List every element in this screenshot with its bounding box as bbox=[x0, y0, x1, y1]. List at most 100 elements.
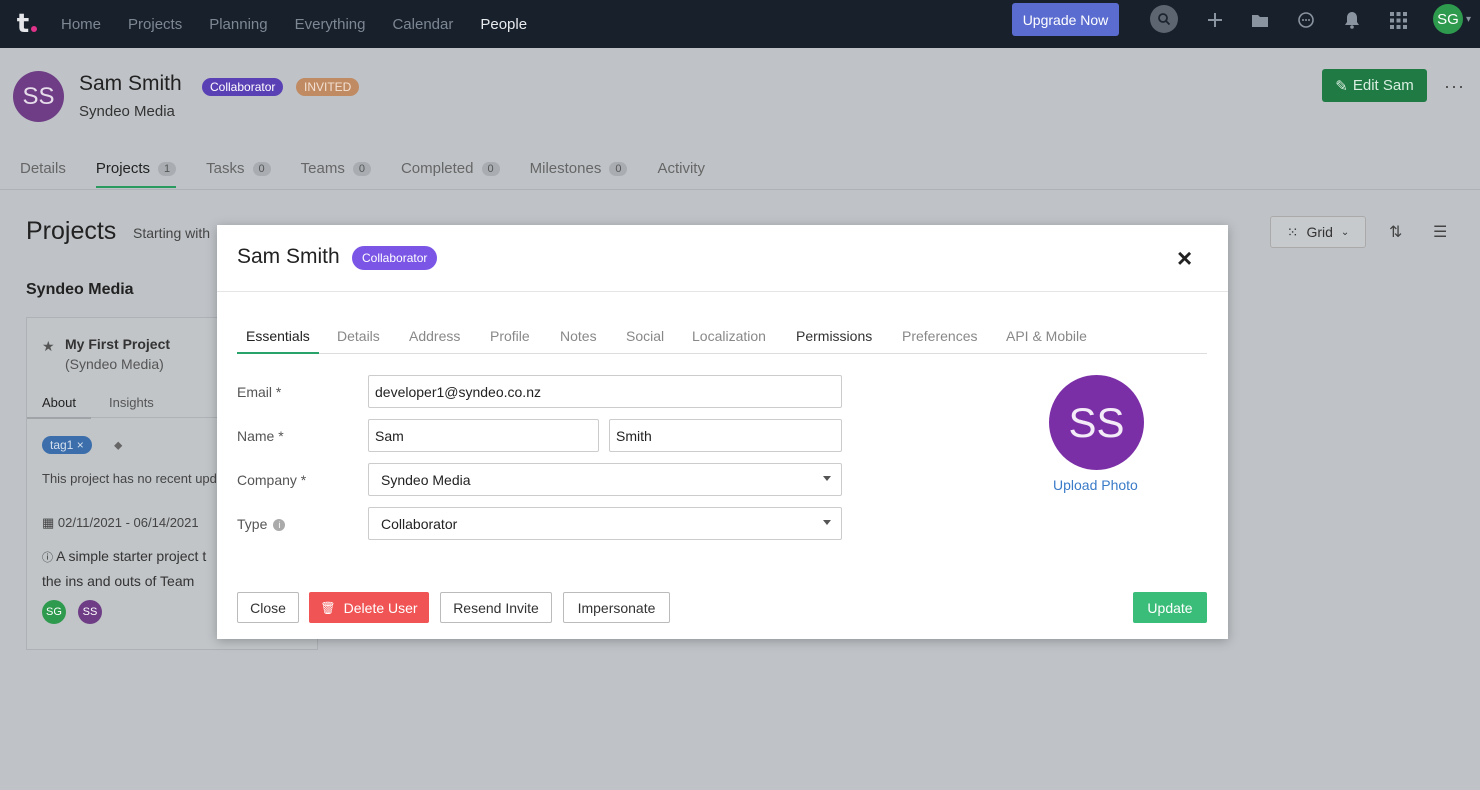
tab-localization[interactable]: Localization bbox=[692, 328, 766, 344]
chevron-down-icon[interactable]: ▾ bbox=[1466, 14, 1471, 25]
nav-everything[interactable]: Everything bbox=[295, 16, 366, 33]
page-tabs: Details Projects 1 Tasks 0 Teams 0 Complete… bbox=[20, 160, 735, 188]
page-title: Sam Smith bbox=[79, 72, 182, 95]
company-label: Company * bbox=[237, 472, 307, 488]
nav-home[interactable]: Home bbox=[61, 16, 101, 33]
project-title[interactable]: My First Project bbox=[65, 336, 170, 352]
delete-label: Delete User bbox=[343, 599, 418, 616]
pencil-icon: ✎ bbox=[1335, 77, 1348, 95]
company-select[interactable]: Syndeo Media bbox=[368, 463, 842, 496]
nav-planning[interactable]: Planning bbox=[209, 16, 267, 33]
card-tab-insights[interactable]: Insights bbox=[109, 395, 154, 410]
edit-label: Edit Sam bbox=[1352, 77, 1414, 94]
project-status-text: This project has no recent upd bbox=[42, 471, 217, 486]
nav-links: Home Projects Planning Everything Calend… bbox=[61, 16, 554, 33]
member-avatar[interactable]: SG bbox=[42, 600, 66, 624]
chevron-down-icon: ⌄ bbox=[1340, 226, 1350, 238]
tab-preferences[interactable]: Preferences bbox=[902, 328, 977, 344]
info-icon[interactable]: i bbox=[273, 519, 286, 532]
impersonate-button[interactable]: Impersonate bbox=[563, 592, 670, 623]
name-label: Name * bbox=[237, 428, 284, 444]
upgrade-button[interactable]: Upgrade Now bbox=[1012, 3, 1119, 36]
upload-photo-link[interactable]: Upload Photo bbox=[1053, 477, 1138, 493]
status-badge: INVITED bbox=[296, 78, 360, 96]
plus-icon[interactable] bbox=[1202, 7, 1228, 33]
edit-user-button[interactable]: ✎ Edit Sam bbox=[1322, 69, 1427, 102]
folder-icon[interactable] bbox=[1247, 7, 1273, 33]
update-button[interactable]: Update bbox=[1133, 592, 1207, 623]
filter-icon[interactable]: ☰ bbox=[1433, 222, 1447, 242]
tab-milestones[interactable]: Milestones 0 bbox=[530, 160, 628, 187]
view-select[interactable]: ⁙ Grid ⌄ bbox=[1270, 216, 1366, 248]
modal-header: Sam Smith Collaborator × bbox=[217, 225, 1228, 292]
tag-icon[interactable]: ⬥ bbox=[114, 438, 122, 453]
nav-people[interactable]: People bbox=[480, 16, 527, 33]
tab-details[interactable]: Details bbox=[20, 160, 66, 187]
top-nav: t Home Projects Planning Everything Cale… bbox=[0, 0, 1480, 48]
tab-tasks[interactable]: Tasks 0 bbox=[206, 160, 271, 187]
modal-title: Sam Smith bbox=[237, 245, 340, 268]
nav-projects[interactable]: Projects bbox=[128, 16, 182, 33]
tab-api-mobile[interactable]: API & Mobile bbox=[1006, 328, 1087, 344]
modal-tabs: Essentials Details Address Profile Notes… bbox=[237, 322, 1207, 354]
section-subtitle: Starting with bbox=[133, 225, 211, 241]
user-avatar[interactable]: SG bbox=[1433, 4, 1463, 34]
caret-down-icon bbox=[823, 520, 831, 525]
type-select[interactable]: Collaborator bbox=[368, 507, 842, 540]
tab-count: 0 bbox=[609, 161, 628, 176]
tag-pill[interactable]: tag1 × bbox=[42, 436, 92, 454]
tab-address[interactable]: Address bbox=[409, 328, 460, 344]
close-icon[interactable]: × bbox=[1177, 245, 1192, 271]
more-options-icon[interactable]: ··· bbox=[1444, 76, 1465, 97]
view-label: Grid bbox=[1306, 224, 1333, 240]
resend-invite-button[interactable]: Resend Invite bbox=[440, 592, 552, 623]
tab-count: 0 bbox=[481, 161, 500, 176]
first-name-field[interactable]: Sam bbox=[368, 419, 599, 452]
nav-calendar[interactable]: Calendar bbox=[392, 16, 453, 33]
apps-grid-icon[interactable] bbox=[1385, 7, 1411, 33]
star-icon[interactable]: ★ bbox=[42, 338, 55, 355]
company-value: Syndeo Media bbox=[381, 471, 471, 488]
tab-details[interactable]: Details bbox=[337, 328, 380, 344]
project-description: ⓘ A simple starter project t the ins and… bbox=[42, 548, 207, 589]
card-tab-about[interactable]: About bbox=[27, 395, 91, 419]
email-label: Email * bbox=[237, 384, 282, 400]
delete-user-button[interactable]: 🗑 Delete User bbox=[309, 592, 429, 623]
tabs-divider bbox=[0, 189, 1480, 190]
group-title: Syndeo Media bbox=[26, 281, 134, 298]
last-name-field[interactable]: Smith bbox=[609, 419, 842, 452]
section-title: Projects bbox=[26, 217, 117, 245]
tab-completed[interactable]: Completed 0 bbox=[401, 160, 500, 187]
tab-projects[interactable]: Projects 1 bbox=[95, 160, 177, 188]
tab-social[interactable]: Social bbox=[626, 328, 664, 344]
app-logo[interactable]: t bbox=[0, 0, 46, 48]
trash-icon: 🗑 bbox=[320, 600, 336, 615]
close-button[interactable]: Close bbox=[237, 592, 299, 623]
modal-avatar: SS bbox=[1049, 375, 1144, 470]
project-dates: ▦ 02/11/2021 - 06/14/2021 bbox=[42, 515, 199, 530]
member-avatar[interactable]: SS bbox=[78, 600, 102, 624]
sort-icon[interactable]: ⇅ bbox=[1389, 222, 1402, 242]
role-badge: Collaborator bbox=[352, 246, 438, 270]
search-icon[interactable] bbox=[1150, 5, 1178, 33]
calendar-icon: ▦ bbox=[42, 515, 58, 530]
tab-activity[interactable]: Activity bbox=[657, 160, 705, 187]
type-label: Type i bbox=[237, 516, 286, 532]
edit-user-modal: Sam Smith Collaborator × Essentials Deta… bbox=[217, 225, 1228, 639]
tab-count: 0 bbox=[252, 161, 271, 176]
project-subtitle: (Syndeo Media) bbox=[65, 356, 164, 372]
tab-count: 0 bbox=[352, 161, 371, 176]
bell-icon[interactable] bbox=[1339, 7, 1365, 33]
email-field[interactable]: developer1@syndeo.co.nz bbox=[368, 375, 842, 408]
tab-notes[interactable]: Notes bbox=[560, 328, 597, 344]
tab-profile[interactable]: Profile bbox=[490, 328, 530, 344]
tab-essentials[interactable]: Essentials bbox=[237, 328, 319, 354]
company-name: Syndeo Media bbox=[79, 103, 175, 120]
grid-icon: ⁙ bbox=[1286, 223, 1299, 240]
tab-permissions[interactable]: Permissions bbox=[796, 328, 872, 344]
tab-teams[interactable]: Teams 0 bbox=[301, 160, 371, 187]
type-value: Collaborator bbox=[381, 515, 458, 532]
tab-count: 1 bbox=[158, 161, 177, 176]
chat-icon[interactable] bbox=[1293, 7, 1319, 33]
caret-down-icon bbox=[823, 476, 831, 481]
